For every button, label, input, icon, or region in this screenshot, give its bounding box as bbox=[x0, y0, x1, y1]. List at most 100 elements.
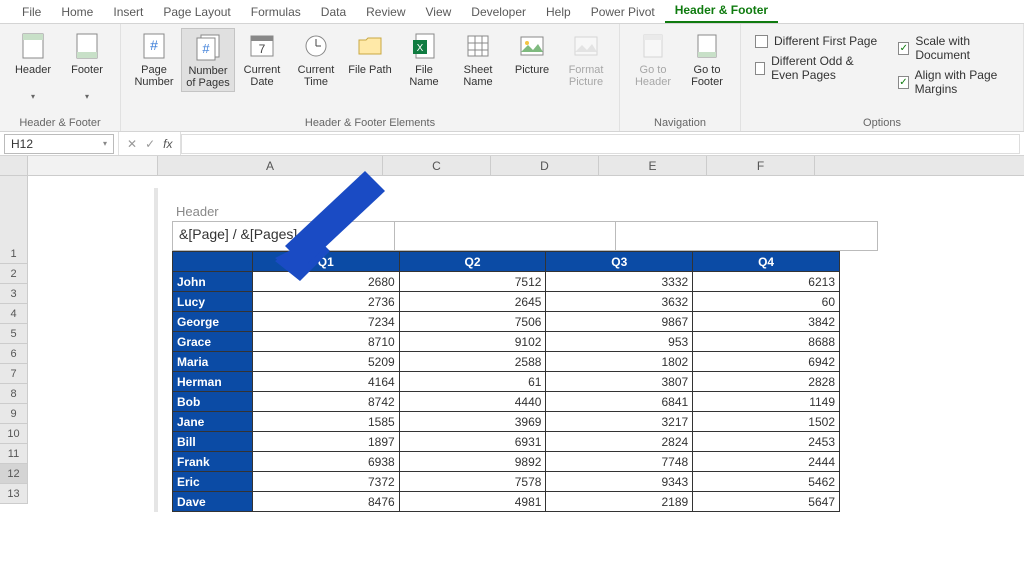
cancel-icon[interactable]: ✕ bbox=[127, 137, 137, 151]
data-cell[interactable]: 4440 bbox=[399, 392, 546, 412]
data-cell[interactable]: 7506 bbox=[399, 312, 546, 332]
data-cell[interactable]: 8476 bbox=[252, 492, 399, 512]
tab-home[interactable]: Home bbox=[51, 1, 103, 23]
tab-view[interactable]: View bbox=[416, 1, 462, 23]
enter-icon[interactable]: ✓ bbox=[145, 137, 155, 151]
table-header[interactable]: Q2 bbox=[399, 252, 546, 272]
row-header[interactable]: 10 bbox=[0, 424, 27, 444]
data-cell[interactable]: 2736 bbox=[252, 292, 399, 312]
data-cell[interactable]: 3632 bbox=[546, 292, 693, 312]
table-header[interactable]: Q4 bbox=[693, 252, 840, 272]
data-cell[interactable]: 9343 bbox=[546, 472, 693, 492]
tab-page-layout[interactable]: Page Layout bbox=[153, 1, 240, 23]
data-cell[interactable]: 8688 bbox=[693, 332, 840, 352]
column-header[interactable]: F bbox=[707, 156, 815, 175]
table-header[interactable] bbox=[173, 252, 253, 272]
name-box[interactable]: H12▾ bbox=[4, 134, 114, 154]
file-name-button[interactable]: X File Name bbox=[397, 28, 451, 90]
data-cell[interactable]: 2588 bbox=[399, 352, 546, 372]
row-header[interactable]: 12 bbox=[0, 464, 27, 484]
row-name-cell[interactable]: George bbox=[173, 312, 253, 332]
tab-help[interactable]: Help bbox=[536, 1, 581, 23]
row-header[interactable]: 9 bbox=[0, 404, 27, 424]
row-name-cell[interactable]: Bob bbox=[173, 392, 253, 412]
table-header[interactable]: Q3 bbox=[546, 252, 693, 272]
data-cell[interactable]: 6213 bbox=[693, 272, 840, 292]
data-cell[interactable]: 1802 bbox=[546, 352, 693, 372]
row-name-cell[interactable]: Maria bbox=[173, 352, 253, 372]
column-header[interactable]: E bbox=[599, 156, 707, 175]
data-cell[interactable]: 3842 bbox=[693, 312, 840, 332]
tab-formulas[interactable]: Formulas bbox=[241, 1, 311, 23]
tab-insert[interactable]: Insert bbox=[103, 1, 153, 23]
row-name-cell[interactable]: Lucy bbox=[173, 292, 253, 312]
goto-footer-button[interactable]: Go to Footer bbox=[680, 28, 734, 90]
data-cell[interactable]: 3969 bbox=[399, 412, 546, 432]
current-time-button[interactable]: Current Time bbox=[289, 28, 343, 90]
data-cell[interactable]: 1585 bbox=[252, 412, 399, 432]
row-header[interactable]: 8 bbox=[0, 384, 27, 404]
data-cell[interactable]: 953 bbox=[546, 332, 693, 352]
row-name-cell[interactable]: Eric bbox=[173, 472, 253, 492]
data-cell[interactable]: 1897 bbox=[252, 432, 399, 452]
column-header[interactable]: D bbox=[491, 156, 599, 175]
picture-button[interactable]: Picture bbox=[505, 28, 559, 90]
row-name-cell[interactable]: Dave bbox=[173, 492, 253, 512]
header-button[interactable]: Header ▾ bbox=[6, 28, 60, 101]
formula-input[interactable] bbox=[181, 134, 1020, 154]
tab-data[interactable]: Data bbox=[311, 1, 356, 23]
fx-icon[interactable]: fx bbox=[163, 137, 172, 151]
row-header[interactable]: 6 bbox=[0, 344, 27, 364]
row-name-cell[interactable]: Jane bbox=[173, 412, 253, 432]
data-cell[interactable]: 9867 bbox=[546, 312, 693, 332]
row-header[interactable]: 5 bbox=[0, 324, 27, 344]
scale-with-document-checkbox[interactable]: ✓Scale with Document bbox=[898, 34, 1009, 62]
data-cell[interactable]: 60 bbox=[693, 292, 840, 312]
different-first-page-checkbox[interactable]: Different First Page bbox=[755, 34, 882, 48]
data-cell[interactable]: 4164 bbox=[252, 372, 399, 392]
row-header[interactable]: 13 bbox=[0, 484, 27, 504]
current-date-button[interactable]: 7 Current Date bbox=[235, 28, 289, 90]
data-cell[interactable]: 61 bbox=[399, 372, 546, 392]
tab-header-footer[interactable]: Header & Footer bbox=[665, 0, 778, 23]
row-name-cell[interactable]: Grace bbox=[173, 332, 253, 352]
row-header[interactable]: 7 bbox=[0, 364, 27, 384]
tab-power-pivot[interactable]: Power Pivot bbox=[581, 1, 665, 23]
row-name-cell[interactable]: Frank bbox=[173, 452, 253, 472]
data-cell[interactable]: 4981 bbox=[399, 492, 546, 512]
data-cell[interactable]: 1149 bbox=[693, 392, 840, 412]
data-cell[interactable]: 5647 bbox=[693, 492, 840, 512]
tab-file[interactable]: File bbox=[12, 1, 51, 23]
data-cell[interactable]: 2828 bbox=[693, 372, 840, 392]
header-center-input[interactable] bbox=[394, 221, 616, 251]
data-cell[interactable]: 8742 bbox=[252, 392, 399, 412]
row-name-cell[interactable]: Bill bbox=[173, 432, 253, 452]
data-cell[interactable]: 2824 bbox=[546, 432, 693, 452]
data-cell[interactable]: 7234 bbox=[252, 312, 399, 332]
data-cell[interactable]: 1502 bbox=[693, 412, 840, 432]
number-of-pages-button[interactable]: # Number of Pages bbox=[181, 28, 235, 92]
data-cell[interactable]: 3217 bbox=[546, 412, 693, 432]
data-cell[interactable]: 7372 bbox=[252, 472, 399, 492]
row-header[interactable]: 2 bbox=[0, 264, 27, 284]
data-cell[interactable]: 7578 bbox=[399, 472, 546, 492]
data-cell[interactable]: 2645 bbox=[399, 292, 546, 312]
data-cell[interactable]: 7748 bbox=[546, 452, 693, 472]
data-cell[interactable]: 2189 bbox=[546, 492, 693, 512]
footer-button[interactable]: Footer ▾ bbox=[60, 28, 114, 101]
data-cell[interactable]: 9892 bbox=[399, 452, 546, 472]
row-header[interactable]: 1 bbox=[0, 244, 27, 264]
data-cell[interactable]: 9102 bbox=[399, 332, 546, 352]
row-name-cell[interactable]: Herman bbox=[173, 372, 253, 392]
data-cell[interactable]: 5462 bbox=[693, 472, 840, 492]
tab-developer[interactable]: Developer bbox=[461, 1, 536, 23]
sheet-name-button[interactable]: Sheet Name bbox=[451, 28, 505, 90]
header-right-input[interactable] bbox=[615, 221, 878, 251]
align-with-margins-checkbox[interactable]: ✓Align with Page Margins bbox=[898, 68, 1009, 96]
data-cell[interactable]: 3807 bbox=[546, 372, 693, 392]
row-header[interactable]: 4 bbox=[0, 304, 27, 324]
data-cell[interactable]: 6841 bbox=[546, 392, 693, 412]
data-cell[interactable]: 8710 bbox=[252, 332, 399, 352]
data-cell[interactable]: 6931 bbox=[399, 432, 546, 452]
data-cell[interactable]: 6938 bbox=[252, 452, 399, 472]
